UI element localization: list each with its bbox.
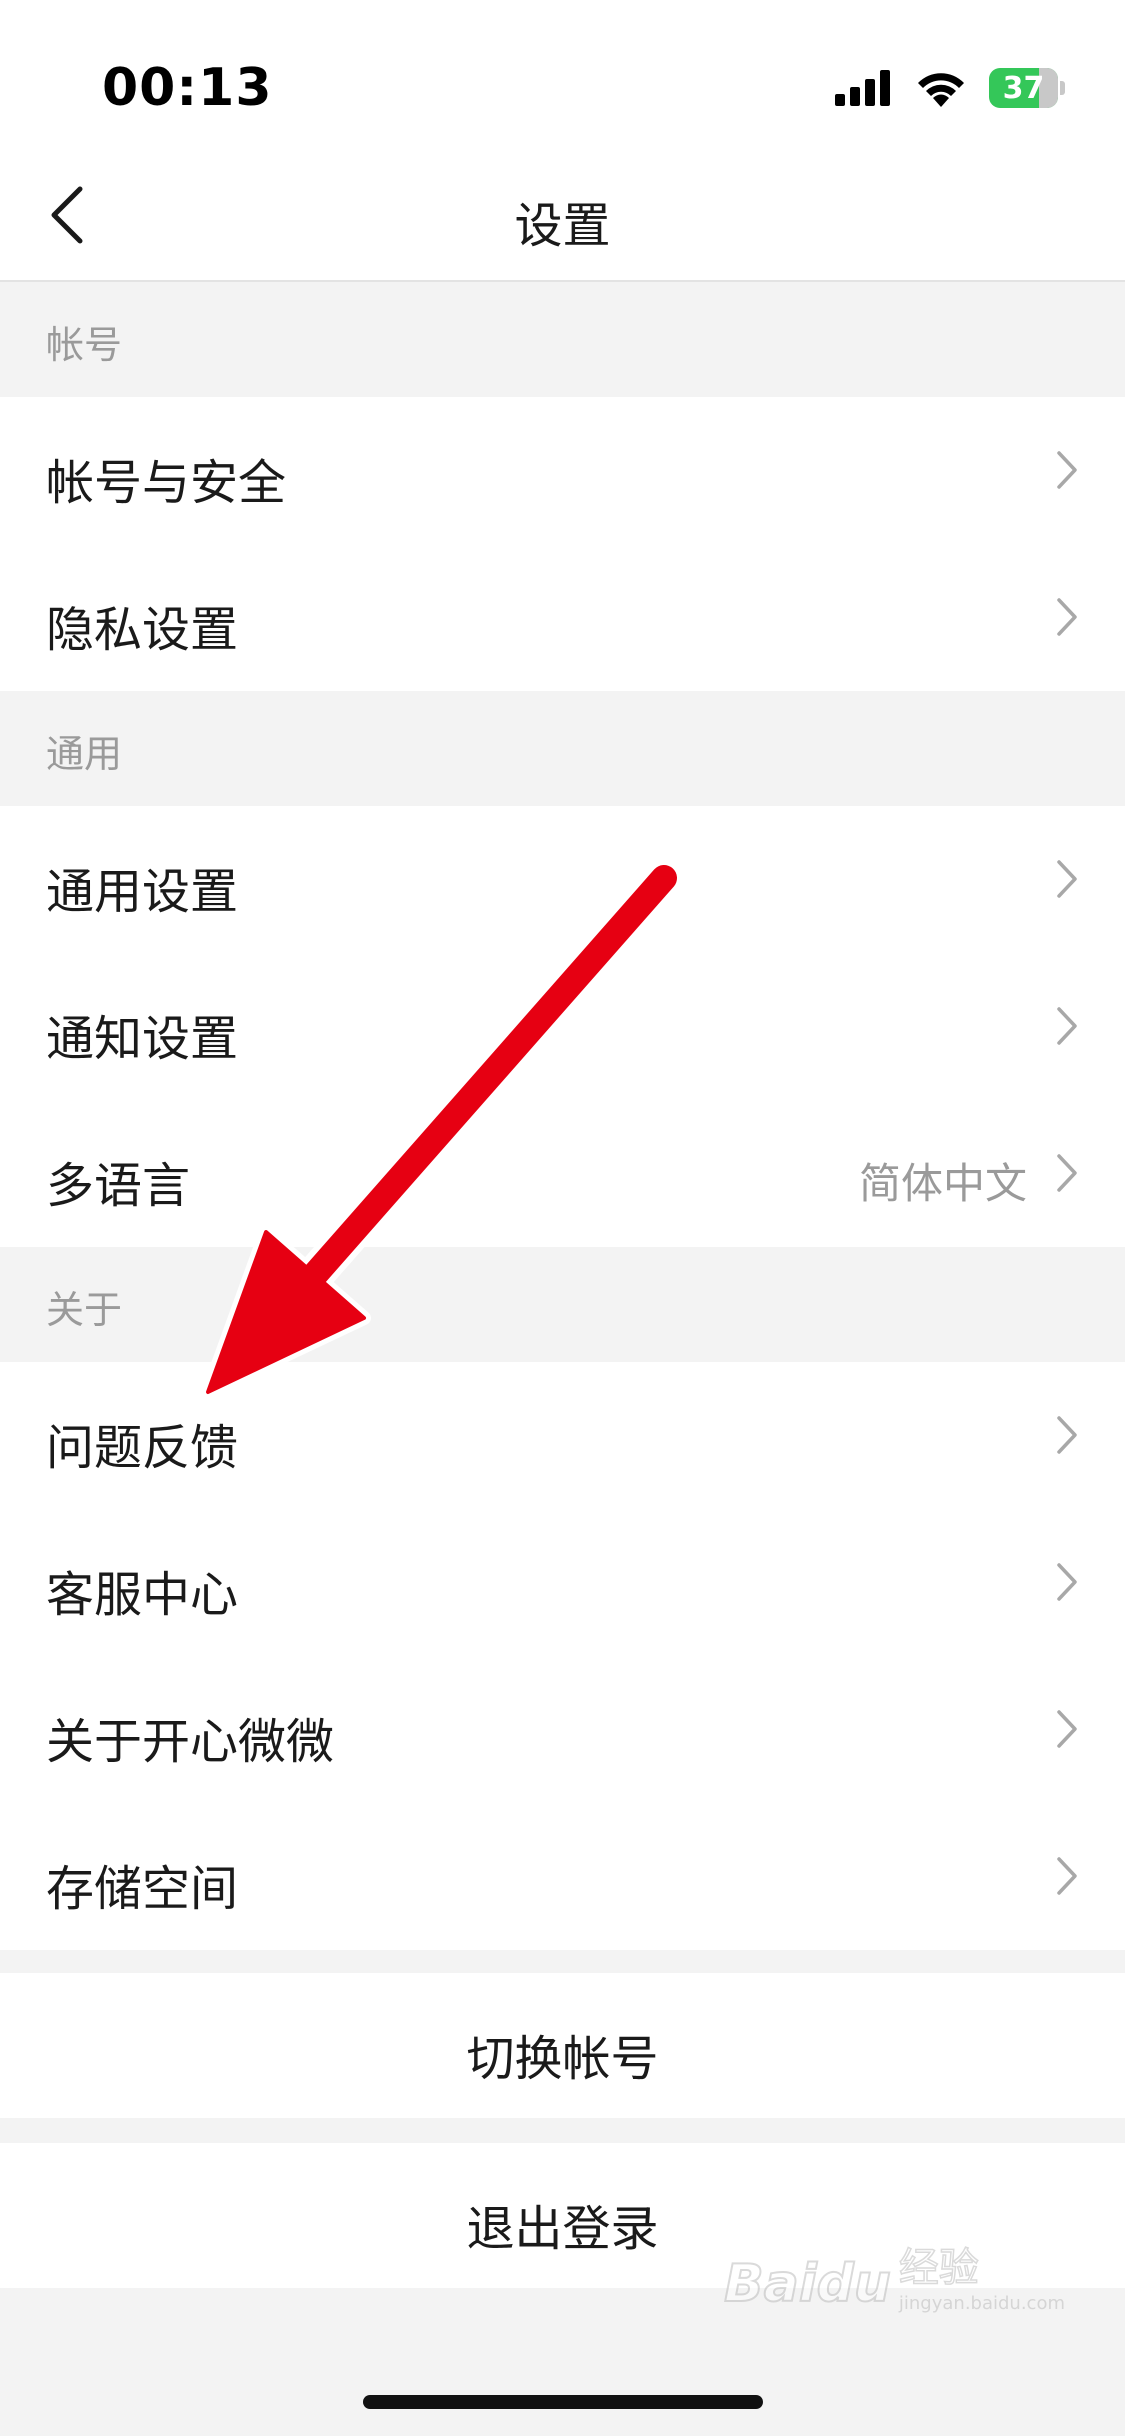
section-header-label: 通用 [46, 732, 123, 776]
settings-row-feedback[interactable]: 问题反馈 [0, 1362, 1125, 1509]
navigation-bar: 设置 [0, 150, 1125, 282]
row-label: 多语言 [46, 1158, 191, 1214]
settings-row-privacy[interactable]: 隐私设置 [0, 544, 1125, 691]
home-indicator [363, 2395, 763, 2409]
section-header-general: 通用 [0, 691, 1125, 806]
switch-account-label: 切换帐号 [466, 2031, 659, 2087]
row-label: 通知设置 [46, 1011, 239, 1067]
chevron-right-icon [1057, 1416, 1077, 1454]
watermark-text-block: 经验 jingyan.baidu.com [898, 2235, 1065, 2314]
page-title: 设置 [514, 198, 611, 254]
chevron-right-icon [1057, 1710, 1077, 1748]
section-header-about: 关于 [0, 1247, 1125, 1362]
wifi-icon [918, 73, 964, 107]
settings-row-storage[interactable]: 存储空间 [0, 1803, 1125, 1950]
row-label: 问题反馈 [46, 1420, 239, 1476]
watermark-logo: Baidu [723, 2253, 892, 2315]
chevron-right-icon [1057, 1154, 1077, 1192]
cellular-signal-icon [835, 70, 890, 106]
section-header-label: 关于 [46, 1288, 123, 1332]
chevron-right-icon [1057, 1563, 1077, 1601]
watermark-url: jingyan.baidu.com [898, 2293, 1065, 2314]
row-label: 关于开心微微 [46, 1714, 335, 1770]
battery-icon: 37 [989, 68, 1065, 108]
chevron-right-icon [1057, 1857, 1077, 1895]
row-label: 通用设置 [46, 864, 239, 920]
chevron-right-icon [1057, 860, 1077, 898]
switch-account-button[interactable]: 切换帐号 [0, 1973, 1125, 2118]
settings-row-customer-service[interactable]: 客服中心 [0, 1509, 1125, 1656]
settings-row-general[interactable]: 通用设置 [0, 806, 1125, 953]
row-label: 存储空间 [46, 1861, 239, 1917]
watermark-text: 经验 [898, 2244, 980, 2292]
chevron-right-icon [1057, 451, 1077, 489]
row-label: 客服中心 [46, 1567, 239, 1623]
row-value: 简体中文 [858, 1159, 1027, 1208]
row-label: 隐私设置 [46, 602, 239, 658]
row-label: 帐号与安全 [46, 455, 287, 511]
settings-row-about-app[interactable]: 关于开心微微 [0, 1656, 1125, 1803]
settings-row-account-security[interactable]: 帐号与安全 [0, 397, 1125, 544]
settings-row-notifications[interactable]: 通知设置 [0, 953, 1125, 1100]
settings-row-language[interactable]: 多语言 简体中文 [0, 1100, 1125, 1247]
chevron-right-icon [1057, 598, 1077, 636]
section-header-label: 帐号 [46, 323, 123, 367]
chevron-right-icon [1057, 1007, 1077, 1045]
baidu-jingyan-watermark: Baidu 经验 jingyan.baidu.com [723, 2235, 1065, 2315]
status-icons: 37 [835, 66, 1065, 110]
battery-level: 37 [1002, 70, 1045, 106]
section-header-account: 帐号 [0, 282, 1125, 397]
status-bar: 00:13 37 [0, 0, 1125, 150]
status-time: 00:13 [102, 58, 273, 118]
